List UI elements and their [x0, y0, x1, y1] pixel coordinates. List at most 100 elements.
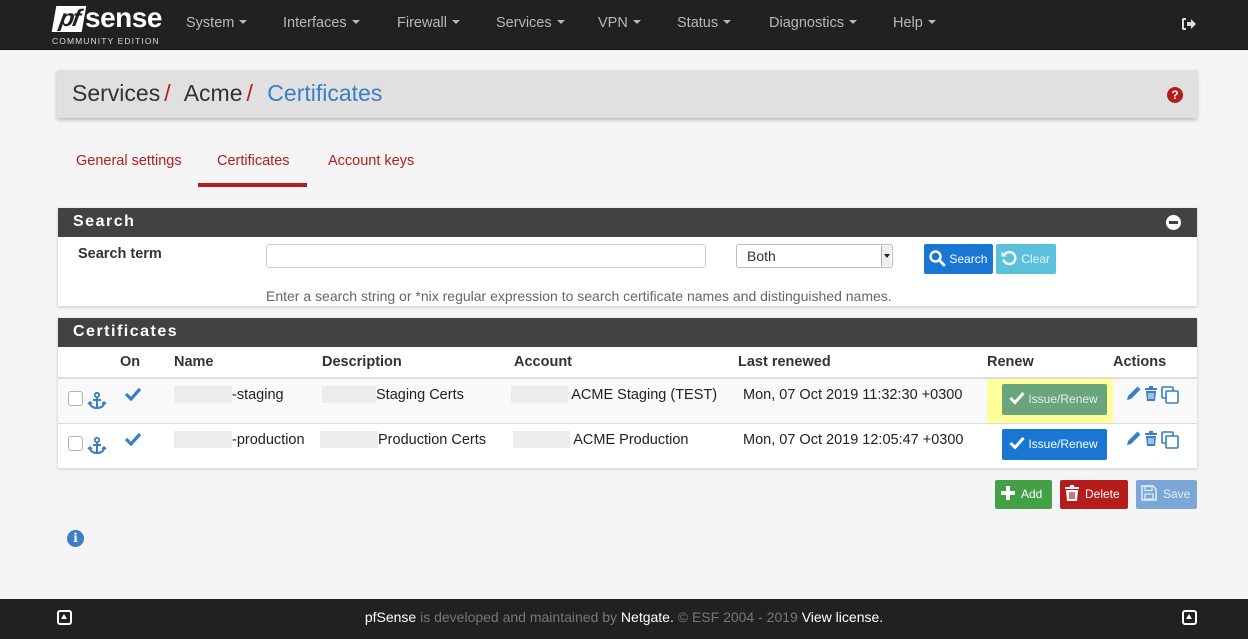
top-navbar: pf sense COMMUNITY EDITION System Interf…	[0, 0, 1248, 50]
row-renew-cell: Issue/Renew	[987, 423, 1113, 469]
row-description-cell: Production Certs	[320, 423, 514, 469]
nav-label: Diagnostics	[769, 15, 844, 31]
scroll-to-top-icon[interactable]	[1182, 610, 1197, 625]
row-checkbox[interactable]	[68, 391, 83, 406]
check-icon[interactable]	[124, 432, 142, 446]
nav-label: System	[186, 15, 235, 31]
cert-name: -staging	[232, 387, 284, 403]
row-actions-cell	[1113, 378, 1197, 424]
cert-account: ACME Production	[573, 431, 689, 448]
add-button-label: Add	[1021, 487, 1043, 501]
check-icon	[1009, 392, 1025, 406]
nav-menu-status[interactable]: Status	[677, 15, 732, 31]
anchor-icon[interactable]	[87, 391, 107, 411]
clear-button[interactable]: Clear	[996, 244, 1056, 274]
redacted-text	[174, 430, 232, 448]
search-hint: Enter a search string or *nix regular ex…	[266, 288, 892, 304]
search-button-label: Search	[949, 252, 988, 266]
trash-icon[interactable]	[1144, 430, 1158, 447]
trash-icon[interactable]	[1144, 386, 1158, 402]
tab-general-settings[interactable]: General settings	[76, 153, 182, 169]
column-header-name[interactable]: Name	[174, 347, 322, 379]
netgate-link[interactable]: Netgate.	[621, 609, 674, 625]
breadcrumb: Services / Acme / Certificates ?	[57, 70, 1197, 118]
row-last-renewed-cell: Mon, 07 Oct 2019 11:32:30 +0300	[738, 378, 987, 424]
search-term-input[interactable]	[266, 244, 706, 268]
nav-menu-system[interactable]: System	[186, 15, 248, 31]
pencil-icon[interactable]	[1125, 431, 1141, 447]
breadcrumb-separator: /	[246, 80, 253, 106]
column-header-description[interactable]: Description	[322, 347, 514, 379]
row-enabled-cell	[115, 378, 174, 424]
tab-certificates[interactable]: Certificates	[217, 153, 290, 169]
search-panel-title: Search	[58, 208, 1197, 237]
breadcrumb-acme[interactable]: Acme	[184, 80, 243, 106]
logo-edition: COMMUNITY EDITION	[52, 36, 160, 46]
delete-button-label: Delete	[1085, 487, 1120, 501]
clear-button-label: Clear	[1021, 252, 1051, 266]
pfsense-logo[interactable]: pf sense COMMUNITY EDITION	[51, 2, 162, 47]
plus-icon	[1001, 486, 1015, 501]
column-header-last-renewed[interactable]: Last renewed	[738, 347, 987, 379]
logo-pf-mark: pf	[51, 5, 87, 32]
row-account-cell: ACME Staging (TEST)	[511, 378, 738, 424]
nav-menu-interfaces[interactable]: Interfaces	[283, 15, 360, 31]
check-icon[interactable]	[124, 387, 142, 402]
clone-icon[interactable]	[1161, 430, 1179, 449]
nav-menu-firewall[interactable]: Firewall	[397, 15, 460, 31]
delete-button[interactable]: Delete	[1060, 480, 1128, 509]
column-header-on[interactable]: On	[115, 347, 174, 379]
save-button[interactable]: Save	[1136, 480, 1197, 509]
chevron-down-icon	[881, 246, 891, 266]
nav-menu-services[interactable]: Services	[496, 15, 565, 31]
anchor-icon[interactable]	[87, 436, 107, 456]
row-enabled-cell	[115, 423, 174, 469]
floppy-disk-icon	[1141, 485, 1157, 502]
search-icon	[929, 250, 946, 267]
row-checkbox[interactable]	[68, 435, 83, 451]
row-description-cell: Staging Certs	[322, 378, 514, 424]
redacted-text	[322, 386, 376, 403]
issue-renew-button[interactable]: Issue/Renew	[1002, 428, 1107, 460]
nav-menu-vpn[interactable]: VPN	[598, 15, 641, 31]
cert-description: Production Certs	[378, 431, 486, 448]
table-row: -staging Staging Certs ACME Staging (TES…	[58, 378, 1197, 424]
search-button[interactable]: Search	[924, 244, 993, 274]
minus-circle-icon[interactable]	[1166, 215, 1181, 230]
add-button[interactable]: Add	[995, 480, 1052, 509]
redacted-text	[174, 386, 232, 403]
info-circle-icon[interactable]: i	[67, 530, 84, 547]
redacted-text	[513, 430, 570, 448]
nav-label: Status	[677, 15, 719, 31]
tab-account-keys[interactable]: Account keys	[328, 153, 414, 169]
row-select-cell	[58, 378, 115, 424]
caret-down-icon	[239, 20, 248, 25]
row-name-cell: -staging	[174, 378, 322, 424]
row-renew-cell: Issue/Renew	[987, 378, 1113, 424]
nav-label: Help	[893, 15, 923, 31]
nav-menu-diagnostics[interactable]: Diagnostics	[769, 15, 857, 31]
caret-down-icon	[556, 20, 565, 25]
breadcrumb-services[interactable]: Services	[72, 80, 160, 106]
search-scope-value: Both	[747, 248, 776, 264]
table-row: -production Production Certs ACME Produc…	[58, 423, 1197, 469]
nav-label: Firewall	[397, 15, 447, 31]
breadcrumb-certificates[interactable]: Certificates	[267, 80, 382, 106]
nav-menu-help[interactable]: Help	[893, 15, 936, 31]
caret-down-icon	[927, 20, 936, 25]
search-panel: Search Search term Both Search Clear Ent…	[58, 208, 1197, 306]
footer-brand: pfSense	[364, 609, 417, 625]
active-tab-indicator	[198, 183, 307, 187]
pencil-icon[interactable]	[1125, 386, 1141, 402]
question-circle-icon[interactable]: ?	[1167, 87, 1183, 103]
issue-renew-button[interactable]: Issue/Renew	[1002, 384, 1107, 415]
column-header-account[interactable]: Account	[514, 347, 738, 379]
search-scope-select[interactable]: Both	[736, 244, 893, 268]
cert-account: ACME Staging (TEST)	[571, 387, 718, 403]
row-last-renewed-cell: Mon, 07 Oct 2019 12:05:47 +0300	[738, 423, 987, 469]
certificates-panel-title: Certificates	[58, 318, 1197, 347]
sign-out-icon[interactable]	[1180, 16, 1196, 32]
view-license-link[interactable]: View license.	[802, 609, 883, 625]
clone-icon[interactable]	[1161, 386, 1179, 404]
column-header-actions: Actions	[1113, 347, 1197, 379]
